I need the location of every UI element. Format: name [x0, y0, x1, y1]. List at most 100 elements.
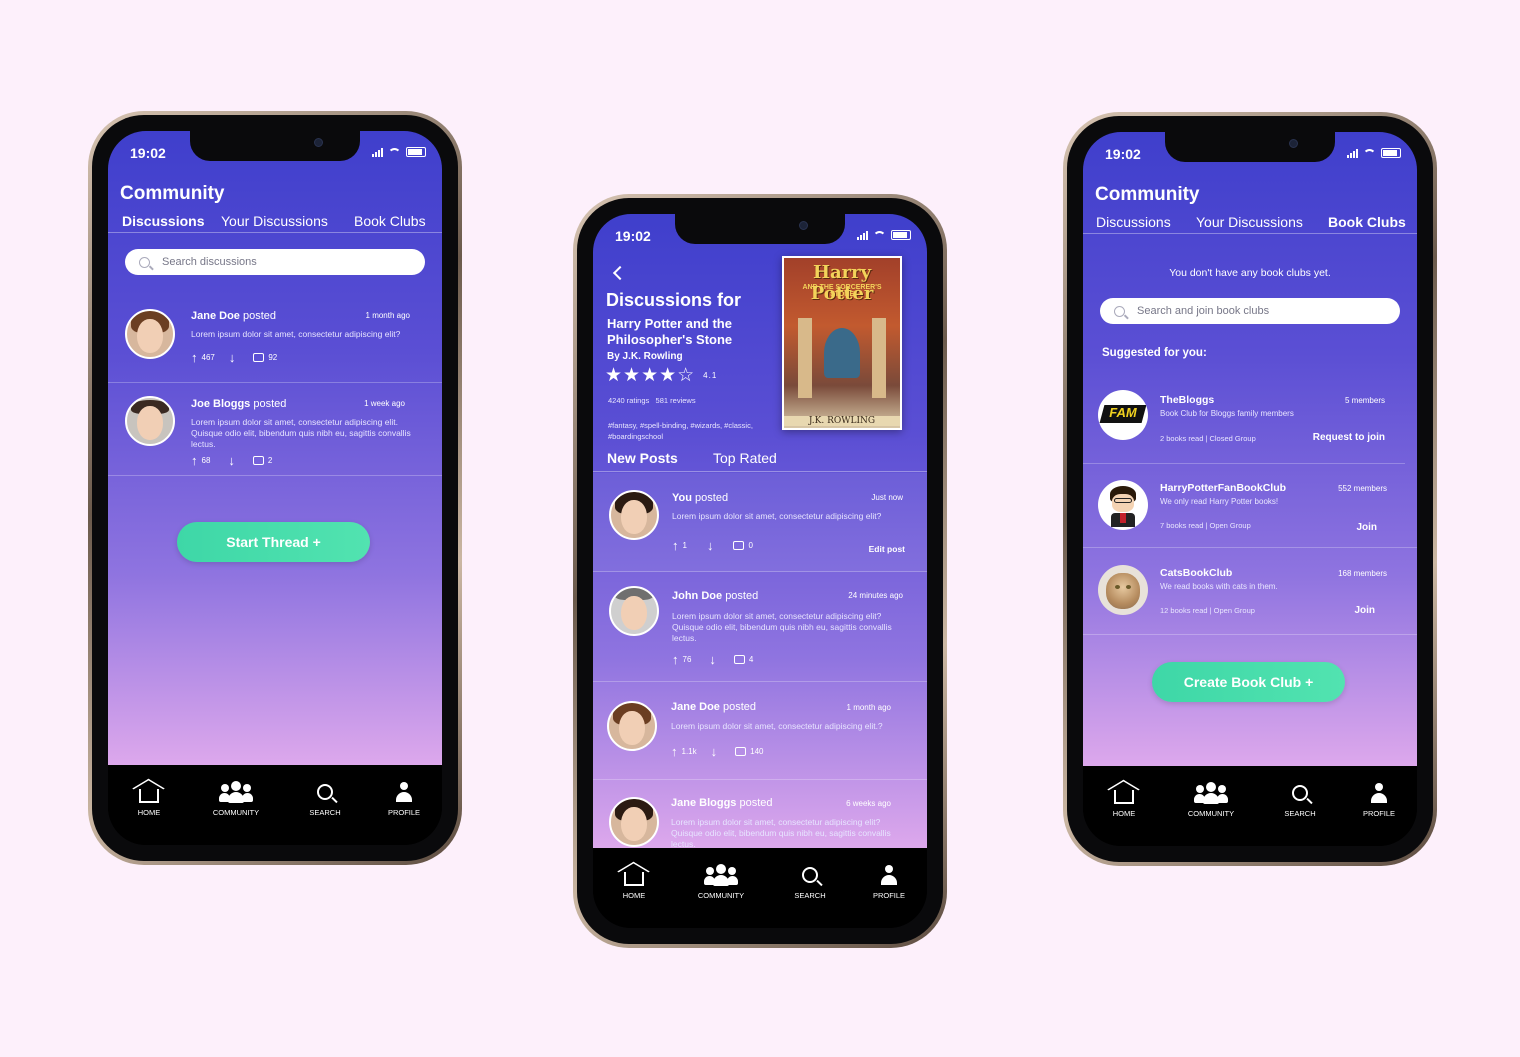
community-icon	[704, 864, 738, 886]
tab-discussions[interactable]: Discussions	[122, 213, 204, 229]
page-title: Community	[120, 183, 225, 204]
screen: Community Discussions Your Discussions B…	[1083, 132, 1417, 846]
tab-top-rated[interactable]: Top Rated	[713, 450, 777, 466]
reviews-count: 581 reviews	[655, 396, 696, 405]
edit-post-button[interactable]: Edit post	[869, 544, 905, 554]
screen: Discussions for Harry Potter and the Phi…	[593, 214, 927, 928]
cover-author: J.K. ROWLING	[784, 416, 900, 426]
ratings-count: 4240 ratings	[608, 396, 650, 405]
screen: Community Discussions Your Discussions B…	[108, 131, 442, 845]
tab-new-posts[interactable]: New Posts	[607, 450, 678, 466]
search-input[interactable]	[162, 256, 391, 268]
club-members: 5 members	[1344, 396, 1385, 405]
downvote-icon[interactable]: ↓	[228, 454, 235, 467]
comment-icon[interactable]	[253, 353, 265, 362]
club-desc: Book Club for Bloggs family members	[1160, 409, 1294, 418]
nav-community[interactable]: COMMUNITY	[691, 862, 751, 900]
nav-home[interactable]: HOME	[1094, 780, 1154, 818]
upvote-icon[interactable]: ↑	[191, 351, 198, 364]
book-tags: #fantasy, #spell-binding, #wizards, #cla…	[608, 421, 753, 441]
request-to-join-button[interactable]: Request to join	[1313, 432, 1385, 443]
nav-profile[interactable]: PROFILE	[859, 862, 919, 900]
club-meta: 12 books read | Open Group	[1160, 606, 1255, 615]
club-name: TheBloggs	[1160, 394, 1215, 406]
comment-icon[interactable]	[733, 655, 745, 664]
nav-search[interactable]: SEARCH	[295, 779, 355, 817]
upvote-icon[interactable]: ↑	[672, 653, 679, 666]
wifi-icon	[388, 147, 401, 157]
notch	[675, 214, 845, 244]
nav-home[interactable]: HOME	[604, 862, 664, 900]
nav-profile[interactable]: PROFILE	[374, 779, 434, 817]
comment-icon[interactable]	[252, 456, 264, 465]
comment-icon[interactable]	[733, 541, 745, 550]
post-time: 1 week ago	[364, 399, 405, 408]
status-time: 19:02	[1105, 146, 1141, 162]
list-item[interactable]: Joe Bloggs posted 1 week ago Lorem ipsum…	[108, 384, 442, 476]
downvote-icon[interactable]: ↓	[707, 539, 714, 552]
phone-book-clubs: Community Discussions Your Discussions B…	[1063, 112, 1437, 866]
club-search-input[interactable]	[1137, 305, 1366, 317]
post-body: Lorem ipsum dolor sit amet, consectetur …	[672, 511, 882, 521]
comment-icon[interactable]	[735, 747, 747, 756]
tab-book-clubs[interactable]: Book Clubs	[1328, 214, 1406, 230]
page-title: Discussions for	[606, 290, 742, 310]
club-name: CatsBookClub	[1160, 567, 1233, 579]
join-button[interactable]: Join	[1356, 522, 1377, 533]
post-time: 6 weeks ago	[846, 799, 891, 808]
tab-your-discussions[interactable]: Your Discussions	[221, 213, 328, 229]
nav-search[interactable]: SEARCH	[780, 862, 840, 900]
profile-icon	[396, 782, 412, 802]
post-time: 1 month ago	[846, 703, 891, 712]
upvote-icon[interactable]: ↑	[191, 454, 198, 467]
nav-community[interactable]: COMMUNITY	[206, 779, 266, 817]
list-item[interactable]: CatsBookClub 168 members We read books w…	[1083, 549, 1417, 635]
upvote-icon[interactable]: ↑	[671, 745, 678, 758]
avatar	[609, 490, 659, 540]
status-time: 19:02	[615, 228, 651, 244]
list-item[interactable]: HarryPotterFanBookClub 552 members We on…	[1083, 465, 1417, 548]
post-author: Jane Doe	[671, 701, 720, 713]
notch	[190, 131, 360, 161]
search-bar	[125, 249, 425, 275]
list-item[interactable]: FAM TheBloggs 5 members Book Club for Bl…	[1083, 376, 1405, 464]
tab-discussions[interactable]: Discussions	[1096, 214, 1171, 230]
bottom-nav: HOME COMMUNITY SEARCH PROFILE	[108, 765, 442, 845]
tab-your-discussions[interactable]: Your Discussions	[1196, 214, 1303, 230]
search-icon	[1114, 305, 1125, 317]
post-author: John Doe	[672, 590, 723, 602]
camera-icon	[1289, 139, 1298, 148]
club-meta: 2 books read | Closed Group	[1160, 434, 1256, 443]
downvote-icon[interactable]: ↓	[711, 745, 718, 758]
status-time: 19:02	[130, 145, 166, 161]
camera-icon	[314, 138, 323, 147]
tab-bar: Discussions Your Discussions Book Clubs	[108, 213, 442, 233]
downvote-icon[interactable]: ↓	[229, 351, 236, 364]
create-book-club-button[interactable]: Create Book Club +	[1152, 662, 1345, 702]
list-item[interactable]: You posted Just now Lorem ipsum dolor si…	[593, 473, 927, 572]
join-button[interactable]: Join	[1354, 605, 1375, 616]
back-icon[interactable]	[612, 265, 628, 281]
nav-community[interactable]: COMMUNITY	[1181, 780, 1241, 818]
tab-book-clubs[interactable]: Book Clubs	[354, 213, 426, 229]
nav-home[interactable]: HOME	[119, 779, 179, 817]
club-desc: We only read Harry Potter books!	[1160, 497, 1279, 506]
nav-search[interactable]: SEARCH	[1270, 780, 1330, 818]
list-item[interactable]: Jane Doe posted 1 month ago Lorem ipsum …	[593, 683, 927, 780]
club-members: 552 members	[1338, 484, 1387, 493]
tab-bar: Discussions Your Discussions Book Clubs	[1083, 214, 1417, 234]
suggested-heading: Suggested for you:	[1102, 347, 1207, 359]
club-search-bar	[1100, 298, 1400, 324]
list-item[interactable]: John Doe posted 24 minutes ago Lorem ips…	[593, 573, 927, 682]
downvote-icon[interactable]: ↓	[709, 653, 716, 666]
book-cover[interactable]: Harry Potter AND THE SORCERER'S STONE J.…	[782, 256, 902, 430]
page-title: Community	[1095, 184, 1200, 205]
book-author: By J.K. Rowling	[607, 351, 683, 362]
upvote-icon[interactable]: ↑	[672, 539, 679, 552]
start-thread-button[interactable]: Start Thread +	[177, 522, 370, 562]
signal-icon	[1347, 148, 1358, 158]
list-item[interactable]: Jane Doe posted 1 month ago Lorem ipsum …	[108, 299, 442, 383]
battery-icon	[891, 230, 911, 240]
nav-profile[interactable]: PROFILE	[1349, 780, 1409, 818]
signal-icon	[372, 147, 383, 157]
